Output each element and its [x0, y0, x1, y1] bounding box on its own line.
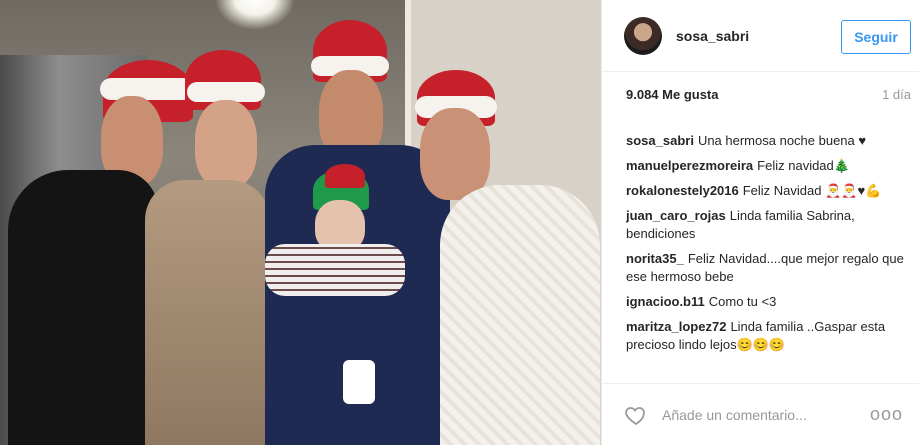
list-item: sosa_sabri Una hermosa noche buena ♥ — [626, 132, 905, 150]
comment-footer: Añade un comentario... ooo — [602, 383, 919, 445]
comment-text: Feliz navidad🎄 — [757, 158, 850, 173]
person-woman-lace-dress — [395, 70, 600, 445]
instagram-post: sosa_sabri Seguir 9.084 Me gusta 1 día s… — [0, 0, 919, 445]
santa-hat-brim — [187, 82, 265, 102]
person-baby — [255, 164, 405, 420]
username[interactable]: sosa_sabri — [676, 28, 749, 44]
face — [420, 108, 490, 200]
santa-hat — [325, 164, 365, 188]
list-item: juan_caro_rojas Linda familia Sabrina, be… — [626, 207, 905, 243]
add-comment-input[interactable]: Añade un comentario... — [662, 407, 870, 423]
comment-username[interactable]: maritza_lopez72 — [626, 319, 726, 334]
more-options-icon[interactable]: ooo — [870, 404, 903, 425]
follow-button[interactable]: Seguir — [841, 20, 911, 54]
white-lace-dress — [440, 185, 600, 445]
list-item: norita35_ Feliz Navidad....que mejor rega… — [626, 250, 905, 286]
comment-username[interactable]: ignacioo.b11 — [626, 294, 705, 309]
post-details-panel: sosa_sabri Seguir 9.084 Me gusta 1 día s… — [601, 0, 919, 445]
face — [195, 100, 257, 188]
post-photo[interactable] — [0, 0, 601, 445]
comment-text: Una hermosa noche buena ♥ — [697, 133, 867, 148]
timestamp[interactable]: 1 día — [882, 87, 911, 102]
list-item: ignacioo.b11 Como tu <3 — [626, 293, 905, 311]
list-item: rokalonestely2016 Feliz Navidad 🎅🎅♥💪 — [626, 182, 905, 200]
baby-shoe — [343, 360, 375, 404]
likes-count[interactable]: 9.084 Me gusta — [626, 87, 719, 102]
comment-username[interactable]: norita35_ — [626, 251, 684, 266]
comment-username[interactable]: juan_caro_rojas — [626, 208, 726, 223]
beige-dress — [145, 180, 270, 445]
comment-username[interactable]: rokalonestely2016 — [626, 183, 739, 198]
post-meta: 9.084 Me gusta 1 día — [602, 72, 919, 116]
comments-list[interactable]: sosa_sabri Una hermosa noche buena ♥ manu… — [626, 132, 905, 379]
list-item: manuelperezmoreira Feliz navidad🎄 — [626, 157, 905, 175]
black-dress — [8, 170, 158, 445]
avatar[interactable] — [624, 16, 662, 55]
list-item: maritza_lopez72 Linda familia ..Gaspar es… — [626, 318, 905, 354]
comment-text: Feliz Navidad 🎅🎅♥💪 — [742, 183, 882, 198]
comment-username[interactable]: manuelperezmoreira — [626, 158, 753, 173]
heart-icon[interactable] — [624, 403, 648, 427]
comment-username[interactable]: sosa_sabri — [626, 133, 694, 148]
comment-text: Como tu <3 — [708, 294, 777, 309]
baby-checkered-shirt — [265, 244, 405, 296]
post-header: sosa_sabri Seguir — [602, 0, 919, 72]
